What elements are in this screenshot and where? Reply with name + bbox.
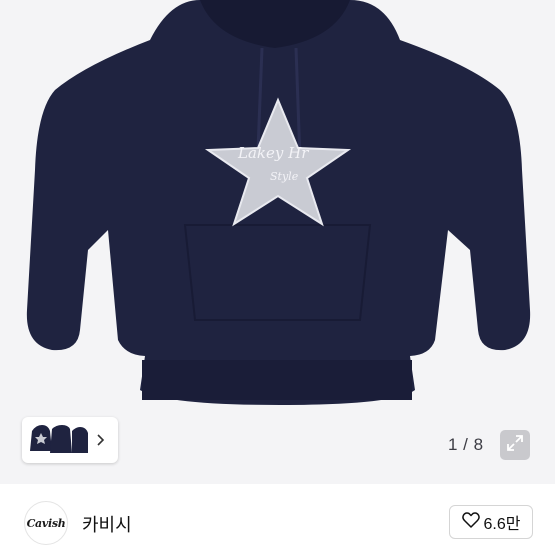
chevron-right-icon[interactable] — [94, 433, 108, 447]
svg-text:Lakey Hr: Lakey Hr — [237, 144, 309, 162]
heart-outline-icon — [461, 511, 480, 533]
seller-avatar[interactable]: Cavish — [24, 501, 68, 545]
thumbnail-images[interactable] — [28, 423, 90, 457]
product-photo: Lakey Hr Style — [26, 0, 531, 405]
product-image-gallery[interactable]: Lakey Hr Style 1 / 8 — [0, 0, 555, 484]
expand-arrows-icon — [506, 434, 524, 457]
seller-name[interactable]: 카비시 — [82, 511, 132, 537]
expand-button[interactable] — [500, 430, 530, 460]
thumbnail-strip[interactable] — [22, 417, 118, 463]
like-count: 6.6만 — [483, 516, 521, 533]
svg-text:Style: Style — [270, 170, 299, 183]
seller-logo-text: Cavish — [26, 516, 66, 530]
image-counter: 1 / 8 — [448, 435, 484, 454]
like-button[interactable]: 6.6만 — [449, 505, 533, 539]
